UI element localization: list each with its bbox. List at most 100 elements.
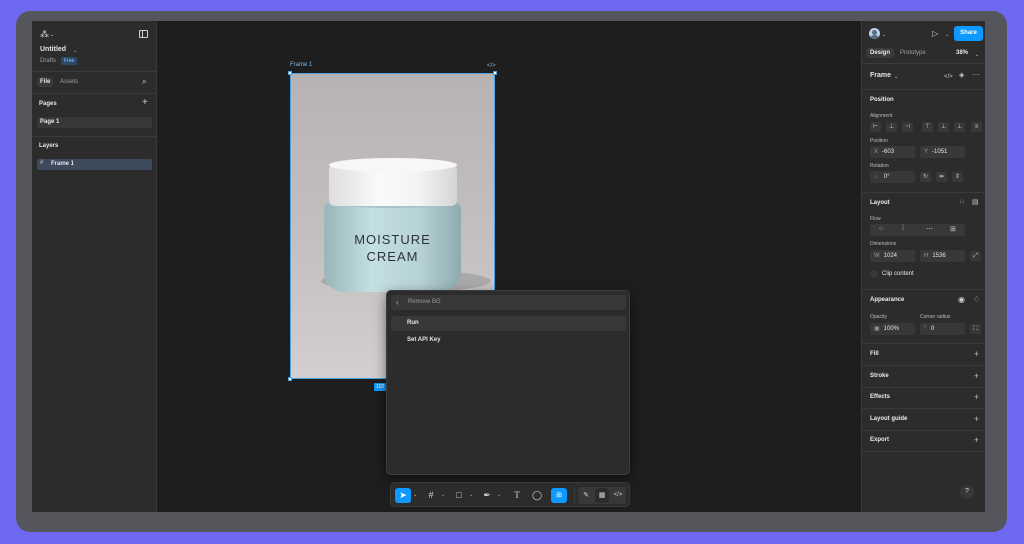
resize-icon[interactable]: ⤢ (970, 251, 981, 261)
menu-item-set-api-key[interactable]: Set API Key (391, 333, 626, 348)
add-stroke-icon[interactable]: + (974, 372, 979, 381)
layers-heading: Layers (39, 143, 59, 149)
actions-tool-icon[interactable]: ⊞ (551, 488, 567, 503)
independent-corners-icon[interactable]: ⛶ (970, 324, 981, 334)
design-mode-icon[interactable]: ▦ (595, 488, 609, 503)
avatar-chevron-icon[interactable]: ⌄ (882, 31, 886, 39)
resize-handle-tl[interactable] (288, 71, 292, 75)
zoom-chevron-icon[interactable]: ⌄ (975, 51, 979, 59)
tab-prototype[interactable]: Prototype (900, 50, 926, 56)
code-icon[interactable]: </> (487, 62, 496, 70)
layout-guide-heading[interactable]: Layout guide (870, 416, 907, 422)
effects-heading[interactable]: Effects (870, 394, 890, 400)
move-tool-icon[interactable]: ➤ (395, 488, 411, 503)
align-right-icon[interactable]: ⊣ (902, 122, 913, 132)
left-panel: ⁂ ⌄ Untitled ⌄ Drafts Free File Assets ⌕… (32, 21, 157, 512)
canvas[interactable]: Frame 1 </> MOISTURE CREAM 102 ‹ Remove … (157, 21, 861, 512)
present-icon[interactable]: ▷ (932, 30, 938, 38)
stroke-heading[interactable]: Stroke (870, 373, 889, 379)
present-chevron-icon[interactable]: ⌄ (945, 31, 949, 39)
pen-tool-chevron-icon[interactable]: ⌄ (497, 488, 501, 503)
selection-type[interactable]: Frame (870, 72, 891, 79)
file-name-chevron-icon[interactable]: ⌄ (73, 47, 77, 55)
file-name[interactable]: Untitled (40, 46, 66, 53)
align-bottom-icon[interactable]: ⊥ (954, 122, 965, 132)
help-button[interactable]: ? (960, 485, 974, 499)
blend-mode-drop-icon[interactable]: ♢ (973, 296, 980, 304)
add-export-icon[interactable]: + (974, 436, 979, 445)
position-label: Position (870, 138, 888, 144)
tab-file[interactable]: File (37, 77, 54, 87)
align-top-icon[interactable]: ⊤ (922, 122, 933, 132)
width-field[interactable]: W 1024 (870, 250, 915, 262)
code-icon[interactable]: </> (944, 73, 953, 81)
flow-grid-icon[interactable]: ⊞ (950, 225, 956, 233)
w-label: W (874, 253, 880, 259)
layer-item-frame-1[interactable]: # Frame 1 (37, 159, 152, 170)
shape-tool-chevron-icon[interactable]: ⌄ (469, 488, 473, 503)
flow-horizontal-icon[interactable]: ⋯ (926, 225, 933, 233)
opacity-field[interactable]: ▣ 100% (870, 323, 915, 335)
rectangle-tool-icon[interactable]: □ (451, 488, 467, 503)
height-field[interactable]: H 1536 (920, 250, 965, 262)
auto-layout-icon[interactable]: ⁙ (959, 199, 965, 207)
distribute-icon[interactable]: ≡ (971, 122, 982, 132)
tab-design[interactable]: Design (866, 48, 895, 58)
w-value: 1024 (883, 253, 898, 259)
comment-tool-icon[interactable]: ◯ (529, 488, 545, 503)
menu-item-run[interactable]: Run (391, 316, 626, 331)
align-left-icon[interactable]: ⊢ (870, 122, 881, 132)
add-effect-icon[interactable]: + (974, 393, 979, 402)
jar-lid-top (329, 158, 457, 172)
visibility-eye-icon[interactable]: ◉ (958, 296, 965, 304)
frame-tool-chevron-icon[interactable]: ⌄ (441, 488, 445, 503)
sidebar-toggle-icon[interactable] (139, 30, 148, 38)
y-field[interactable]: Y -1051 (920, 146, 965, 158)
layout-heading: Layout (870, 200, 890, 206)
bottom-toolbar: ➤ ⌄ # ⌄ □ ⌄ ✒ ⌄ T ◯ ⊞ ✎ ▦ </> (390, 482, 630, 507)
rotation-field[interactable]: ∟ 0° (870, 171, 915, 183)
dev-mode-icon[interactable]: </> (611, 488, 625, 503)
rotation-label: Rotation (870, 163, 889, 169)
pen-tool-icon[interactable]: ✒ (479, 488, 495, 503)
x-field[interactable]: X -603 (870, 146, 915, 158)
back-chevron-icon[interactable]: ‹ (396, 298, 399, 307)
align-center-h-icon[interactable]: ⊥ (886, 122, 897, 132)
opacity-icon: ▣ (874, 326, 880, 332)
fill-heading[interactable]: Fill (870, 351, 879, 357)
flip-horizontal-icon[interactable]: ⇹ (936, 172, 947, 182)
export-heading[interactable]: Export (870, 437, 889, 443)
search-icon[interactable]: ⌕ (142, 78, 146, 86)
drafts-label[interactable]: Drafts (40, 58, 56, 64)
layout-grid-icon[interactable]: ▤ (972, 199, 979, 207)
flow-free-icon[interactable]: ⁘ (878, 225, 884, 233)
selection-chevron-icon[interactable]: ⌄ (894, 73, 898, 81)
add-fill-icon[interactable]: + (974, 350, 979, 359)
frame-label[interactable]: Frame 1 (290, 62, 312, 68)
dimension-badge: 102 (374, 383, 387, 391)
text-tool-icon[interactable]: T (509, 488, 525, 503)
rotate-icon[interactable]: ↻ (920, 172, 931, 182)
add-page-icon[interactable]: + (142, 98, 148, 108)
chevron-down-icon[interactable]: ⌄ (50, 31, 54, 39)
align-center-v-icon[interactable]: ⊥ (938, 122, 949, 132)
clip-content-checkbox[interactable] (870, 270, 878, 278)
zoom-level[interactable]: 38% (956, 50, 968, 56)
draw-mode-icon[interactable]: ✎ (579, 488, 593, 503)
alignment-label: Alignment (870, 113, 893, 119)
share-button[interactable]: Share (954, 26, 983, 41)
component-icon[interactable]: ◈ (959, 72, 964, 80)
avatar[interactable] (869, 28, 880, 39)
more-icon[interactable]: ··· (972, 71, 980, 79)
flip-vertical-icon[interactable]: ⇕ (952, 172, 963, 182)
corner-radius-field[interactable]: ⌜ 0 (920, 323, 965, 335)
move-tool-chevron-icon[interactable]: ⌄ (413, 488, 417, 503)
resize-handle-tr[interactable] (493, 71, 497, 75)
frame-tool-icon[interactable]: # (423, 488, 439, 503)
tab-assets[interactable]: Assets (60, 79, 78, 85)
page-item-page-1[interactable]: Page 1 (37, 117, 152, 128)
flow-vertical-icon[interactable]: ⁞ (902, 225, 904, 232)
resize-handle-bl[interactable] (288, 377, 292, 381)
figma-menu-icon[interactable]: ⁂ (40, 30, 49, 39)
add-layout-guide-icon[interactable]: + (974, 415, 979, 424)
